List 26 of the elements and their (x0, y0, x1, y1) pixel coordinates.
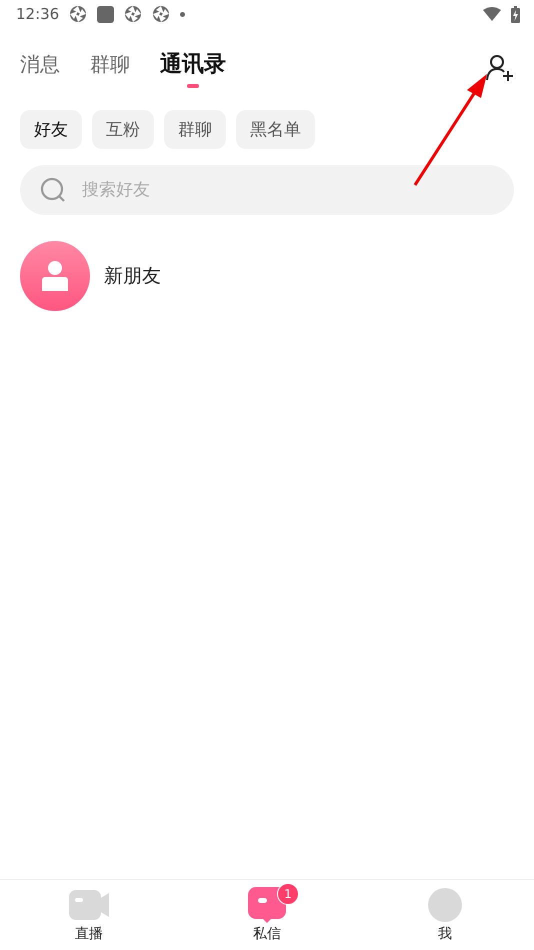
square-icon (97, 6, 114, 22)
person-icon (42, 261, 68, 291)
filter-chip[interactable]: 好友 (20, 110, 82, 149)
contact-name[interactable]: 新朋友 (104, 263, 161, 289)
tab[interactable]: 通讯录 (160, 45, 226, 91)
unread-badge: 1 (277, 883, 299, 905)
profile-icon (428, 888, 462, 922)
add-friend-icon[interactable] (486, 54, 514, 82)
filter-chip[interactable]: 群聊 (164, 110, 226, 149)
battery-icon (511, 6, 520, 22)
wifi-icon (483, 7, 501, 21)
nav-item[interactable]: 1 私信 (178, 880, 356, 950)
dot-icon (180, 12, 186, 16)
search-field[interactable]: 搜索好友 (20, 165, 514, 215)
nav-item[interactable]: 我 (356, 880, 534, 950)
filter-chip[interactable]: 黑名单 (236, 110, 315, 149)
aperture-icon (152, 5, 170, 23)
aperture-icon (69, 5, 88, 23)
tab[interactable]: 消息 (20, 45, 60, 91)
aperture-icon (124, 5, 142, 23)
video-camera-icon (69, 890, 109, 920)
tab[interactable]: 群聊 (90, 45, 130, 91)
filter-chip[interactable]: 互粉 (92, 110, 154, 149)
chat-bubble-icon (248, 887, 286, 923)
status-time: 12:36 (16, 5, 60, 23)
nav-item[interactable]: 直播 (0, 880, 178, 950)
